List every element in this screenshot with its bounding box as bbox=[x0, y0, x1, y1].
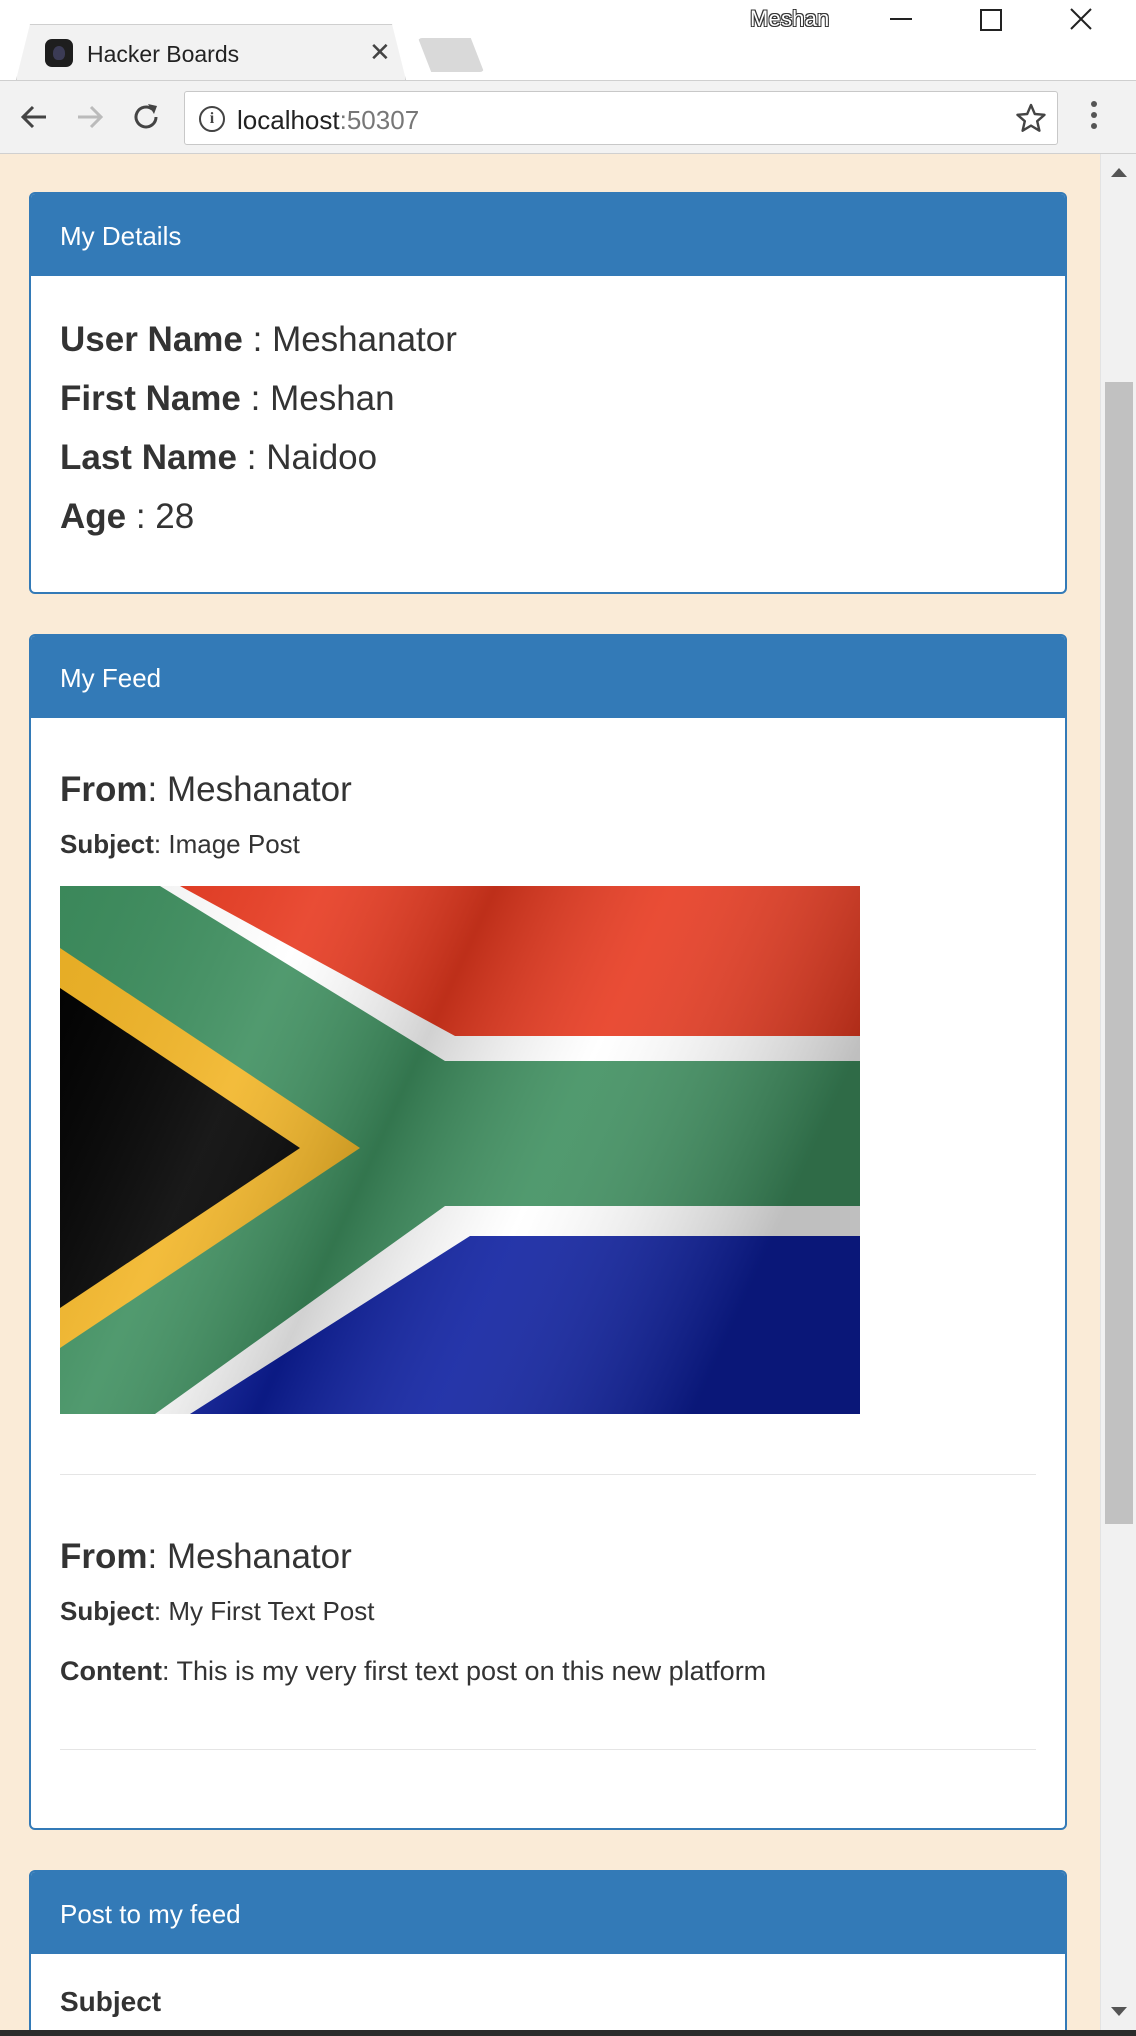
url-text: localhost:50307 bbox=[237, 105, 419, 136]
post-from-label: From bbox=[60, 770, 148, 809]
detail-value: : Meshan bbox=[240, 379, 395, 418]
vertical-scrollbar[interactable] bbox=[1100, 154, 1136, 2030]
post-content-label: Content bbox=[60, 1656, 162, 1686]
detail-value: : 28 bbox=[126, 497, 195, 536]
window-bottom-edge bbox=[0, 2030, 1136, 2036]
post-content: Content: This is my very first text post… bbox=[60, 1653, 1036, 1689]
detail-age: Age : 28 bbox=[60, 487, 1036, 546]
tab-close-icon[interactable]: ✕ bbox=[369, 37, 391, 67]
close-window-button[interactable] bbox=[1050, 0, 1110, 40]
post-subject: Subject: My First Text Post bbox=[60, 1593, 1036, 1629]
post-subject-value: : Image Post bbox=[153, 829, 300, 859]
detail-last-name: Last Name : Naidoo bbox=[60, 428, 1036, 487]
url-port: :50307 bbox=[339, 105, 420, 135]
my-feed-panel: My Feed From: Meshanator Subject: Image … bbox=[29, 634, 1067, 1830]
url-host: localhost bbox=[237, 105, 340, 135]
post-to-feed-body: Subject bbox=[31, 1954, 1065, 2018]
detail-label: User Name bbox=[60, 320, 243, 359]
my-feed-heading: My Feed bbox=[31, 636, 1065, 718]
subject-field-label: Subject bbox=[60, 1986, 162, 2017]
scrollbar-thumb[interactable] bbox=[1105, 382, 1133, 1524]
window-titlebar: Hacker Boards ✕ Meshan bbox=[0, 0, 1136, 80]
post-subject: Subject: Image Post bbox=[60, 826, 1036, 862]
my-feed-body: From: Meshanator Subject: Image Post Fro… bbox=[31, 718, 1065, 1750]
my-details-panel: My Details User Name : Meshanator First … bbox=[29, 192, 1067, 594]
reload-icon[interactable] bbox=[128, 99, 164, 135]
post-from: From: Meshanator bbox=[60, 1533, 1036, 1581]
back-arrow-icon[interactable] bbox=[16, 99, 52, 135]
post-from-value: : Meshanator bbox=[147, 1537, 352, 1576]
detail-label: Age bbox=[60, 497, 127, 536]
post-from-label: From bbox=[60, 1537, 148, 1576]
my-details-body: User Name : Meshanator First Name : Mesh… bbox=[31, 276, 1065, 546]
browser-tab[interactable]: Hacker Boards ✕ bbox=[16, 24, 406, 80]
scroll-down-arrow-icon[interactable] bbox=[1111, 2007, 1127, 2016]
post-to-feed-heading: Post to my feed bbox=[31, 1872, 1065, 1954]
forward-arrow-icon[interactable] bbox=[72, 99, 108, 135]
maximize-button[interactable] bbox=[960, 0, 1020, 40]
bookmark-star-icon[interactable] bbox=[1015, 102, 1047, 134]
detail-first-name: First Name : Meshan bbox=[60, 369, 1036, 428]
detail-user-name: User Name : Meshanator bbox=[60, 310, 1036, 369]
page-viewport: My Details User Name : Meshanator First … bbox=[0, 154, 1100, 2030]
info-icon[interactable]: i bbox=[199, 106, 225, 132]
profile-name[interactable]: Meshan bbox=[750, 6, 829, 32]
post-subject-label: Subject bbox=[60, 1596, 154, 1626]
post-subject-value: : My First Text Post bbox=[153, 1596, 375, 1626]
detail-value: : Naidoo bbox=[237, 438, 378, 477]
site-favicon-icon bbox=[45, 39, 73, 67]
post-content-value: : This is my very first text post on thi… bbox=[161, 1656, 767, 1686]
tab-title: Hacker Boards bbox=[87, 41, 240, 67]
new-tab-button[interactable] bbox=[418, 38, 484, 72]
detail-value: : Meshanator bbox=[242, 320, 457, 359]
feed-post: From: Meshanator Subject: My First Text … bbox=[60, 1475, 1036, 1750]
south-african-flag-image bbox=[60, 886, 860, 1414]
address-bar[interactable]: i localhost:50307 bbox=[184, 91, 1058, 145]
scroll-up-arrow-icon[interactable] bbox=[1111, 168, 1127, 177]
post-from: From: Meshanator bbox=[60, 766, 1036, 814]
post-divider bbox=[60, 1749, 1036, 1750]
minimize-button[interactable] bbox=[870, 0, 930, 40]
post-to-feed-panel: Post to my feed Subject bbox=[29, 1870, 1067, 2030]
detail-label: First Name bbox=[60, 379, 241, 418]
post-subject-label: Subject bbox=[60, 829, 154, 859]
post-from-value: : Meshanator bbox=[147, 770, 352, 809]
browser-menu-icon[interactable] bbox=[1078, 101, 1110, 137]
detail-label: Last Name bbox=[60, 438, 238, 477]
browser-toolbar: i localhost:50307 bbox=[0, 80, 1136, 154]
my-details-heading: My Details bbox=[31, 194, 1065, 276]
feed-post: From: Meshanator Subject: Image Post bbox=[60, 766, 1036, 1475]
